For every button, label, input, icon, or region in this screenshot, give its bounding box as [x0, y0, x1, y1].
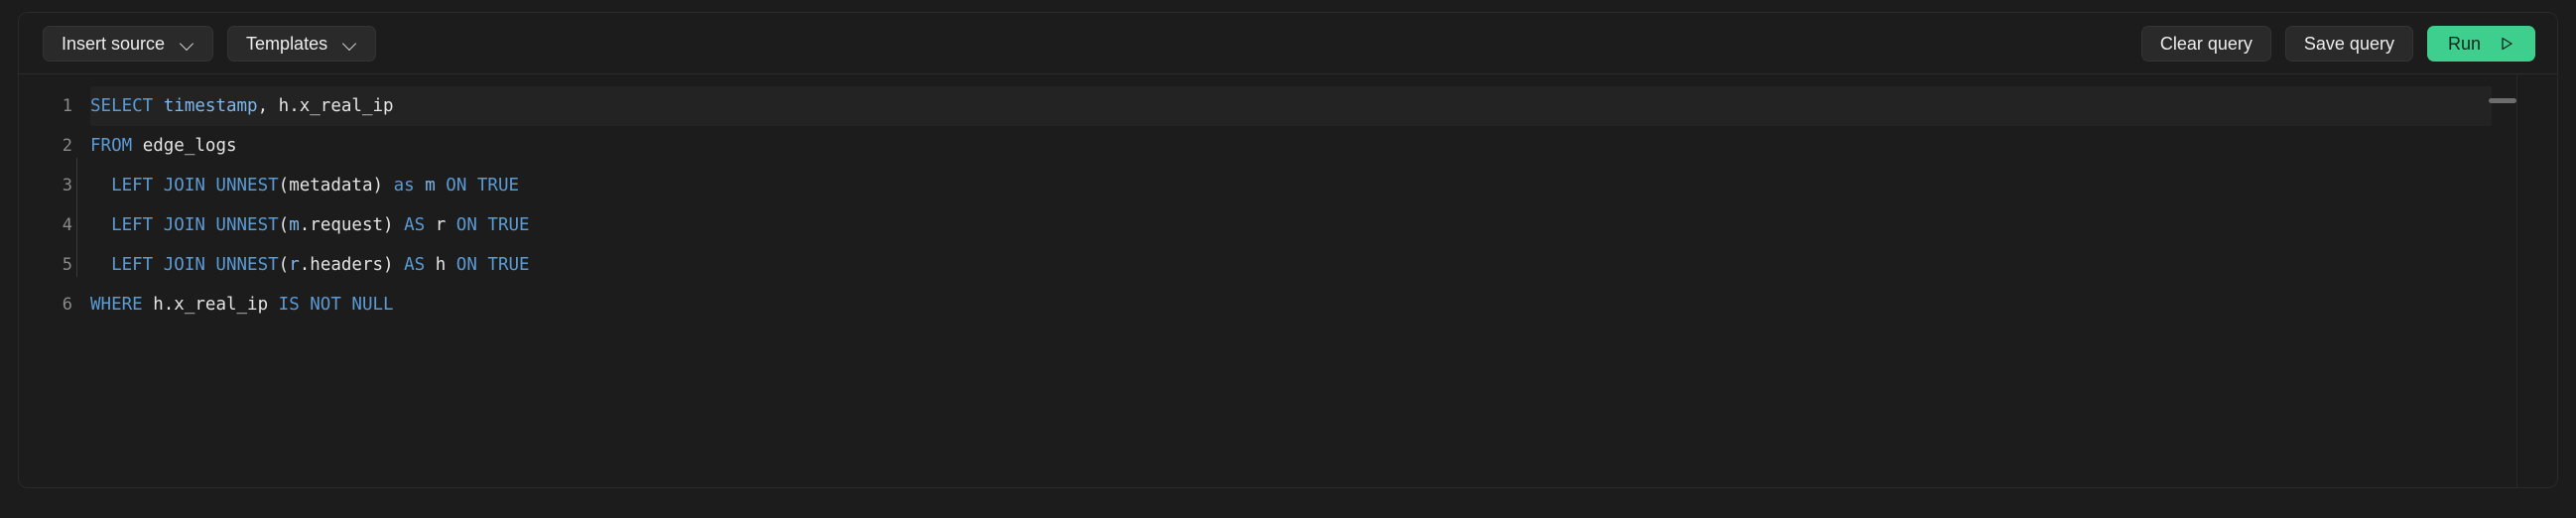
- editor-toolbar: Insert source Templates Clear query Save…: [19, 13, 2557, 74]
- code-lines[interactable]: 1 SELECT timestamp, h.x_real_ip 2 FROM edge…: [19, 74, 2557, 324]
- code-line[interactable]: 6 WHERE h.x_real_ip IS NOT NULL: [19, 285, 2557, 324]
- code-token: AS: [404, 215, 426, 235]
- run-label: Run: [2447, 33, 2481, 54]
- code-token: (: [278, 255, 290, 275]
- chevron-down-icon: [181, 37, 194, 51]
- code-line-text[interactable]: LEFT JOIN UNNEST(r.headers) AS h ON TRUE: [76, 237, 530, 285]
- code-token: IS NOT NULL: [278, 295, 394, 315]
- line-number: 2: [62, 136, 72, 156]
- clear-query-label: Clear query: [2159, 33, 2253, 54]
- play-icon: [2499, 36, 2514, 52]
- code-token: ON TRUE: [455, 255, 530, 275]
- code-line-text[interactable]: SELECT timestamp, h.x_real_ip: [90, 86, 394, 126]
- horizontal-scrollbar[interactable]: [2489, 98, 2516, 103]
- toolbar-right-group: Clear query Save query Run: [2140, 25, 2541, 62]
- code-token: (: [278, 215, 290, 235]
- code-token: , h.x_real_ip: [257, 96, 394, 116]
- editor-minimap[interactable]: [2517, 74, 2557, 487]
- clear-query-button[interactable]: Clear query: [2140, 25, 2271, 62]
- code-token: SELECT: [90, 96, 154, 116]
- code-line[interactable]: 5 LEFT JOIN UNNEST(r.headers) AS h ON TR…: [19, 237, 2557, 285]
- code-token: LEFT JOIN UNNEST: [111, 255, 279, 275]
- line-number: 3: [62, 176, 72, 195]
- code-line[interactable]: 2 FROM edge_logs: [19, 126, 2557, 166]
- code-line-text[interactable]: WHERE h.x_real_ip IS NOT NULL: [90, 285, 394, 324]
- line-number: 4: [62, 215, 72, 235]
- templates-label: Templates: [246, 33, 328, 54]
- code-line-text[interactable]: LEFT JOIN UNNEST(metadata) as m ON TRUE: [75, 158, 520, 205]
- code-token: as: [393, 176, 415, 195]
- code-line[interactable]: 1 SELECT timestamp, h.x_real_ip: [19, 86, 2557, 126]
- templates-button[interactable]: Templates: [227, 25, 377, 62]
- insert-source-label: Insert source: [62, 33, 166, 54]
- code-token: (metadata): [278, 176, 394, 195]
- line-number: 6: [62, 295, 72, 315]
- code-token: .request): [299, 215, 405, 235]
- code-line[interactable]: 3 LEFT JOIN UNNEST(metadata) as m ON TRU…: [19, 158, 2557, 205]
- sql-editor-page: Insert source Templates Clear query Save…: [0, 0, 2576, 518]
- code-line[interactable]: 4 LEFT JOIN UNNEST(m.request) AS r ON TR…: [19, 197, 2557, 245]
- code-line-text[interactable]: LEFT JOIN UNNEST(m.request) AS r ON TRUE: [76, 197, 530, 245]
- code-token: ON TRUE: [446, 176, 520, 195]
- code-token: h.x_real_ip: [142, 295, 279, 315]
- code-token: .headers): [299, 255, 405, 275]
- save-query-label: Save query: [2303, 33, 2394, 54]
- code-token: m: [289, 215, 300, 235]
- code-token: m: [425, 176, 436, 195]
- line-number: 5: [62, 255, 72, 275]
- run-query-button[interactable]: Run: [2426, 25, 2535, 62]
- code-token: LEFT JOIN UNNEST: [111, 215, 279, 235]
- code-token: h: [425, 255, 456, 275]
- line-number: 1: [62, 96, 72, 116]
- code-token: edge_logs: [132, 136, 237, 156]
- code-token: timestamp: [163, 96, 258, 116]
- code-token: r: [425, 215, 456, 235]
- code-line-text[interactable]: FROM edge_logs: [90, 126, 237, 166]
- save-query-button[interactable]: Save query: [2284, 25, 2413, 62]
- code-token: ON TRUE: [455, 215, 530, 235]
- code-token: WHERE: [90, 295, 143, 315]
- code-token: r: [289, 255, 300, 275]
- sql-editor-panel: Insert source Templates Clear query Save…: [18, 12, 2558, 488]
- code-token: AS: [404, 255, 426, 275]
- code-token: LEFT JOIN UNNEST: [111, 176, 279, 195]
- code-editor[interactable]: 1 SELECT timestamp, h.x_real_ip 2 FROM edge…: [19, 74, 2557, 487]
- chevron-down-icon: [343, 37, 357, 51]
- code-token: FROM: [90, 136, 133, 156]
- insert-source-button[interactable]: Insert source: [43, 25, 214, 62]
- toolbar-left-group: Insert source Templates: [43, 25, 377, 62]
